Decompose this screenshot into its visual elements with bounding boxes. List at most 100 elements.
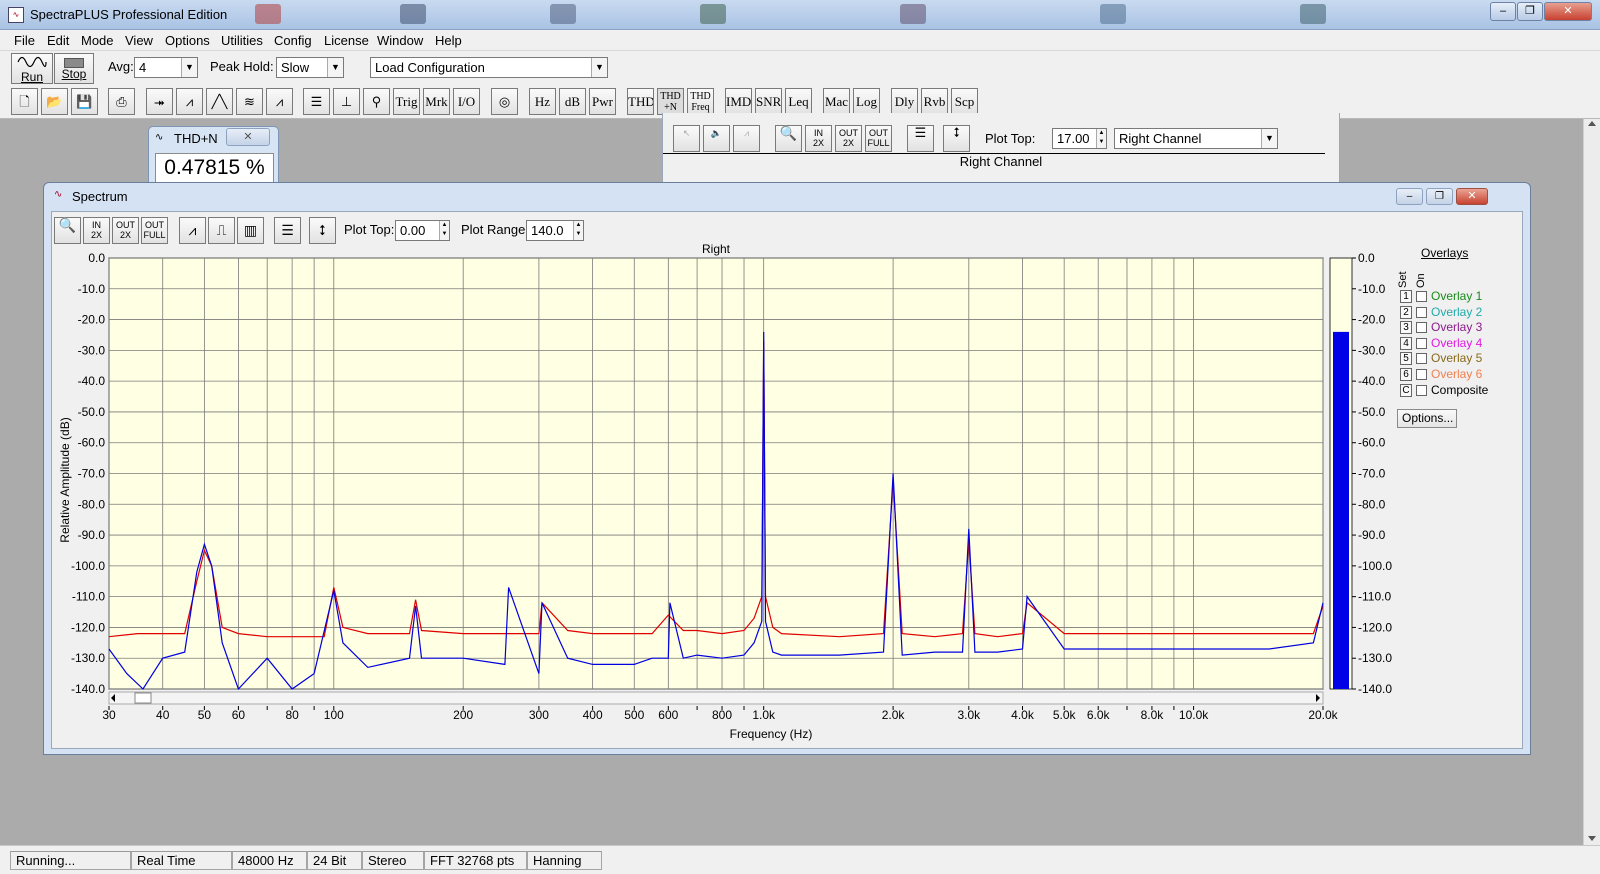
3d-surface-button[interactable]: ⩘ — [266, 88, 293, 115]
close-button[interactable]: ✕ — [1544, 2, 1592, 21]
menu-utilities[interactable]: Utilities — [221, 33, 263, 48]
zoom-button[interactable]: 🔍 — [775, 125, 802, 152]
plot-range-label: Plot Range: — [461, 222, 529, 237]
overlay-label: Overlay 1 — [1431, 289, 1483, 303]
overlay-set-button[interactable]: C — [1400, 383, 1412, 397]
mrk-button[interactable]: Mrk — [423, 88, 450, 115]
menu-license[interactable]: License — [324, 33, 369, 48]
trig-button[interactable]: Trig — [393, 88, 420, 115]
spectrum-mode-button[interactable]: ⩘ — [176, 88, 203, 115]
scp-button[interactable]: Scp — [951, 88, 978, 115]
peak-button[interactable]: ⩘ — [733, 125, 760, 152]
spectrum-maximize-button[interactable]: ❐ — [1426, 188, 1453, 205]
avg-select[interactable]: 4 ▼ — [134, 57, 198, 78]
db-button[interactable]: dB — [559, 88, 586, 115]
overlay-checkbox[interactable] — [1416, 337, 1427, 349]
zoom-in-2x-button[interactable]: IN 2X — [805, 125, 832, 152]
snr-button[interactable]: SNR — [755, 88, 782, 115]
speaker-button[interactable]: 🔈 — [703, 125, 730, 152]
overlay-checkbox[interactable] — [1416, 322, 1427, 334]
overlay-set-button[interactable]: 2 — [1400, 305, 1412, 319]
overlay-checkbox[interactable] — [1416, 306, 1427, 318]
level-meter-tick-label: -100.0 — [1358, 559, 1392, 573]
level-meter-tick-label: -60.0 — [1358, 436, 1386, 450]
menu-mode[interactable]: Mode — [81, 33, 114, 48]
menu-config[interactable]: Config — [274, 33, 312, 48]
spectrum-minimize-button[interactable]: ‒ — [1396, 188, 1423, 205]
overlay-checkbox[interactable] — [1416, 291, 1427, 302]
x-tick-label: 100 — [324, 708, 344, 722]
thd-n-meter-window: ∿ THD+N ✕ 0.47815 % — [148, 126, 279, 188]
menu-window[interactable]: Window — [377, 33, 423, 48]
panel-button[interactable]: ☰ — [907, 125, 934, 152]
thd-button[interactable]: THD — [627, 88, 654, 115]
x-tick-label: 1.0k — [752, 708, 776, 722]
open-file-button[interactable]: 📂 — [41, 88, 68, 115]
scale-button[interactable]: ⭥ — [943, 125, 970, 152]
axis-button[interactable]: ⊥ — [333, 88, 360, 115]
dly-button[interactable]: Dly — [891, 88, 918, 115]
waterfall-button[interactable]: ≋ — [236, 88, 263, 115]
signal-generator-button[interactable]: ◎ — [491, 88, 518, 115]
rvb-button[interactable]: Rvb — [921, 88, 948, 115]
overlay-label: Overlay 2 — [1431, 304, 1483, 319]
spectrum-close-button[interactable]: ✕ — [1456, 188, 1488, 205]
zoom-out-2x-button[interactable]: OUT 2X — [835, 125, 862, 152]
overlay-options-button[interactable]: Options... — [1397, 409, 1457, 428]
overlay-set-button[interactable]: 4 — [1400, 336, 1412, 350]
peak-hold-select[interactable]: Slow ▼ — [276, 57, 344, 78]
overlay-set-button[interactable]: 6 — [1400, 368, 1412, 381]
overlay-checkbox[interactable] — [1416, 353, 1427, 365]
overlay-checkbox[interactable] — [1416, 369, 1427, 380]
menu-view[interactable]: View — [125, 33, 153, 48]
stop-button[interactable]: Stop — [54, 53, 94, 84]
zoom-full-button[interactable]: OUT FULL — [865, 125, 892, 152]
menu-edit[interactable]: Edit — [47, 33, 69, 48]
x-axis: 30 40 50 60 80 100 200 300 400 500 600 800 1.0k 2.0k 3… — [102, 706, 1339, 722]
plot-top-input[interactable]: 0.00 ▲ ▼ — [395, 220, 450, 241]
overlay-set-button[interactable]: 3 — [1400, 321, 1412, 335]
workspace-scrollbar[interactable] — [1583, 119, 1600, 845]
y-axis: 0.0 -10.0 -20.0 -30.0 -40.0 -50.0 -60.0 -70.0 -8… — [71, 251, 105, 696]
log-button[interactable]: Log — [853, 88, 880, 115]
channel-select[interactable]: Right Channel ▼ — [1114, 128, 1278, 149]
mac-button[interactable]: Mac — [823, 88, 850, 115]
maximize-button[interactable]: ❐ — [1517, 2, 1543, 21]
hz-button[interactable]: Hz — [529, 88, 556, 115]
save-button[interactable]: 💾 — [71, 88, 98, 115]
app-title: SpectraPLUS Professional Edition — [30, 7, 228, 22]
thd-freq-button[interactable]: THD Freq — [687, 88, 714, 115]
thd-n-button[interactable]: THD +N — [657, 88, 684, 115]
pwr-button[interactable]: Pwr — [589, 88, 616, 115]
time-series-button[interactable]: ╱╲ — [206, 88, 233, 115]
configuration-select[interactable]: Load Configuration ▼ — [370, 57, 608, 78]
vertical-scale-icon: ⭥ — [318, 222, 327, 238]
pointer-button[interactable]: ↖ — [673, 125, 700, 152]
record-mode-button[interactable]: ⯮ — [146, 88, 173, 115]
new-file-button[interactable]: 🗋 — [11, 88, 38, 115]
run-button[interactable]: Run — [11, 53, 53, 84]
scroll-thumb[interactable] — [134, 692, 152, 704]
x-axis-label: Frequency (Hz) — [730, 727, 813, 741]
y-tick-label: -50.0 — [78, 405, 106, 419]
calibration-button[interactable]: ⚲ — [363, 88, 390, 115]
overlay-set-button[interactable]: 5 — [1400, 352, 1412, 366]
io-button[interactable]: I/O — [453, 88, 480, 115]
print-button[interactable]: ⎙ — [108, 88, 135, 115]
x-tick-label: 30 — [102, 708, 116, 722]
settings-panel-button[interactable]: ☰ — [303, 88, 330, 115]
peak-icon: ⩘ — [743, 128, 750, 138]
spinner-icon: ▲ ▼ — [573, 221, 583, 240]
overlay-set-button[interactable]: 1 — [1400, 290, 1412, 303]
leq-button[interactable]: Leq — [785, 88, 812, 115]
minimize-button[interactable]: ‒ — [1490, 2, 1516, 21]
thd-n-close-button[interactable]: ✕ — [226, 128, 270, 146]
imd-button[interactable]: IMD — [725, 88, 752, 115]
overlay-checkbox[interactable] — [1416, 384, 1427, 396]
menu-file[interactable]: File — [14, 33, 35, 48]
menu-help[interactable]: Help — [435, 33, 462, 48]
chart-scrollbar[interactable] — [108, 691, 1324, 705]
plot-range-input[interactable]: 140.0 ▲ ▼ — [526, 220, 584, 241]
menu-options[interactable]: Options — [165, 33, 210, 48]
ts-plot-top-input[interactable]: 17.00 ▲ ▼ — [1052, 128, 1107, 149]
